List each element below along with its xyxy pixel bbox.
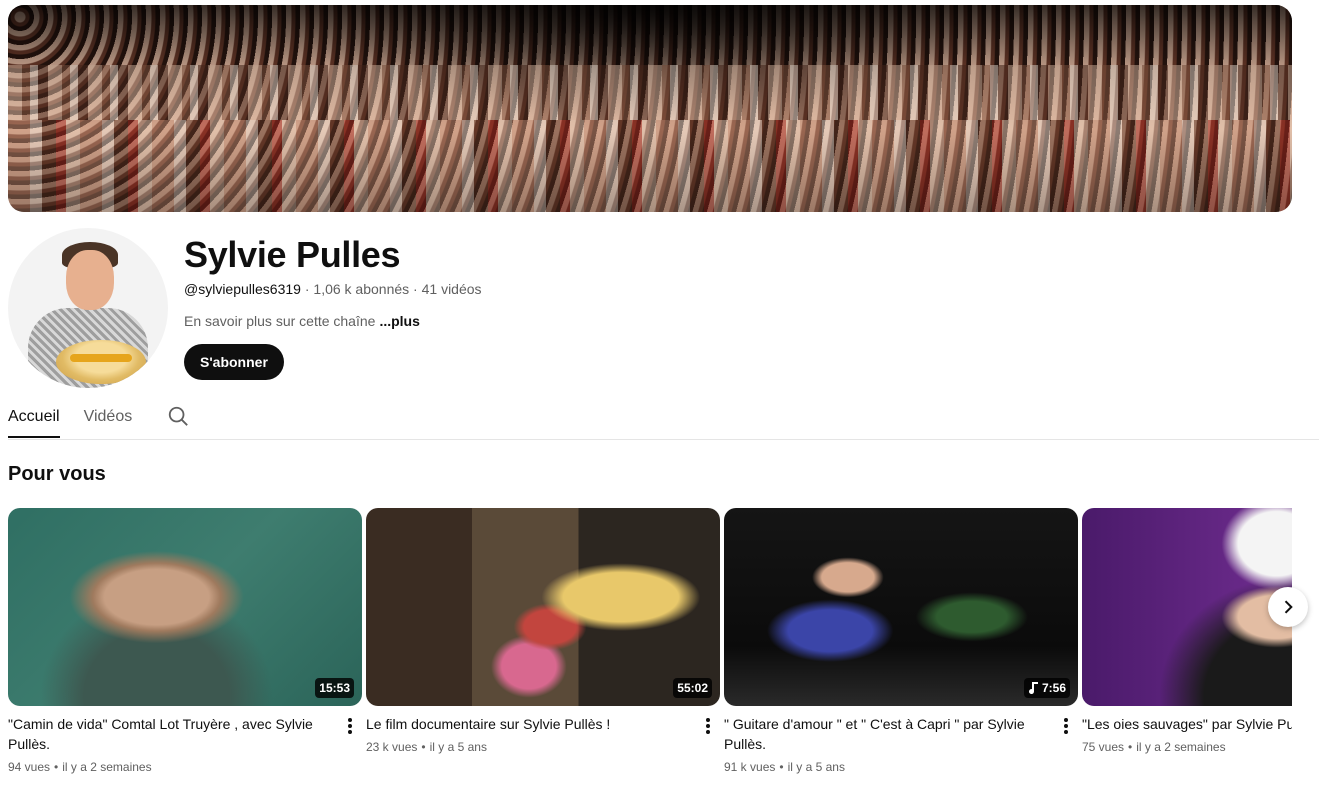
channel-name: Sylvie Pulles [184,234,401,275]
view-count: 91 k vues [724,760,776,774]
channel-tabs: Accueil Vidéos [8,396,192,440]
tabs-divider [8,439,1319,440]
carousel-next-button[interactable] [1268,587,1308,627]
video-duration: 55:02 [673,678,712,698]
tab-accueil[interactable]: Accueil [8,396,60,438]
video-title[interactable]: Le film documentaire sur Sylvie Pullès ! [366,714,692,734]
video-card-clip: "Les oies sauvages" par Sylvie Pullès 75… [1082,508,1292,791]
channel-avatar[interactable] [8,228,168,388]
video-duration: 7:56 [1023,678,1070,698]
upload-age: il y a 2 semaines [62,760,152,774]
video-duration: 15:53 [315,678,354,698]
meta-separator: · [409,281,422,297]
video-meta: 75 vues • il y a 2 semaines [1082,740,1226,754]
more-link[interactable]: ...plus [379,313,419,329]
channel-meta: @sylviepulles6319 · 1,06 k abonnés · 41 … [184,281,482,297]
video-title[interactable]: "Camin de vida" Comtal Lot Truyère , ave… [8,714,334,754]
more-vert-icon[interactable] [1058,716,1074,736]
video-thumbnail[interactable] [1082,508,1292,706]
video-thumbnail[interactable]: 15:53 [8,508,362,706]
description-text: En savoir plus sur cette chaîne [184,313,376,329]
upload-age: il y a 2 semaines [1136,740,1226,754]
search-icon[interactable] [164,402,192,430]
channel-description[interactable]: En savoir plus sur cette chaîne ...plus [184,313,420,329]
upload-age: il y a 5 ans [787,760,845,774]
video-title[interactable]: "Les oies sauvages" par Sylvie Pullès [1082,714,1292,734]
view-count: 23 k vues [366,740,418,754]
video-meta: 23 k vues • il y a 5 ans [366,740,487,754]
subscriber-count: 1,06 k abonnés [313,281,410,297]
meta-separator: · [300,281,314,297]
video-meta: 91 k vues • il y a 5 ans [724,760,845,774]
view-count: 94 vues [8,760,51,774]
video-card[interactable]: 7:56 " Guitare d'amour " et " C'est à Ca… [724,508,1078,774]
video-meta: 94 vues • il y a 2 semaines [8,760,152,774]
channel-banner [8,5,1292,212]
upload-age: il y a 5 ans [429,740,487,754]
section-title: Pour vous [8,463,106,485]
view-count: 75 vues [1082,740,1125,754]
more-vert-icon[interactable] [342,716,358,736]
tab-videos[interactable]: Vidéos [84,396,133,436]
video-title[interactable]: " Guitare d'amour " et " C'est à Capri "… [724,714,1050,754]
more-vert-icon[interactable] [700,716,716,736]
video-card[interactable]: 55:02 Le film documentaire sur Sylvie Pu… [366,508,720,754]
channel-handle: @sylviepulles6319 [184,281,301,297]
music-note-icon [1029,682,1038,694]
video-thumbnail[interactable]: 7:56 [724,508,1078,706]
video-card[interactable]: "Les oies sauvages" par Sylvie Pullès 75… [1082,508,1292,754]
video-thumbnail[interactable]: 55:02 [366,508,720,706]
subscribe-button[interactable]: S'abonner [184,344,284,380]
video-count: 41 vidéos [421,281,482,297]
video-card[interactable]: 15:53 "Camin de vida" Comtal Lot Truyère… [8,508,362,774]
chevron-right-icon [1284,600,1293,614]
